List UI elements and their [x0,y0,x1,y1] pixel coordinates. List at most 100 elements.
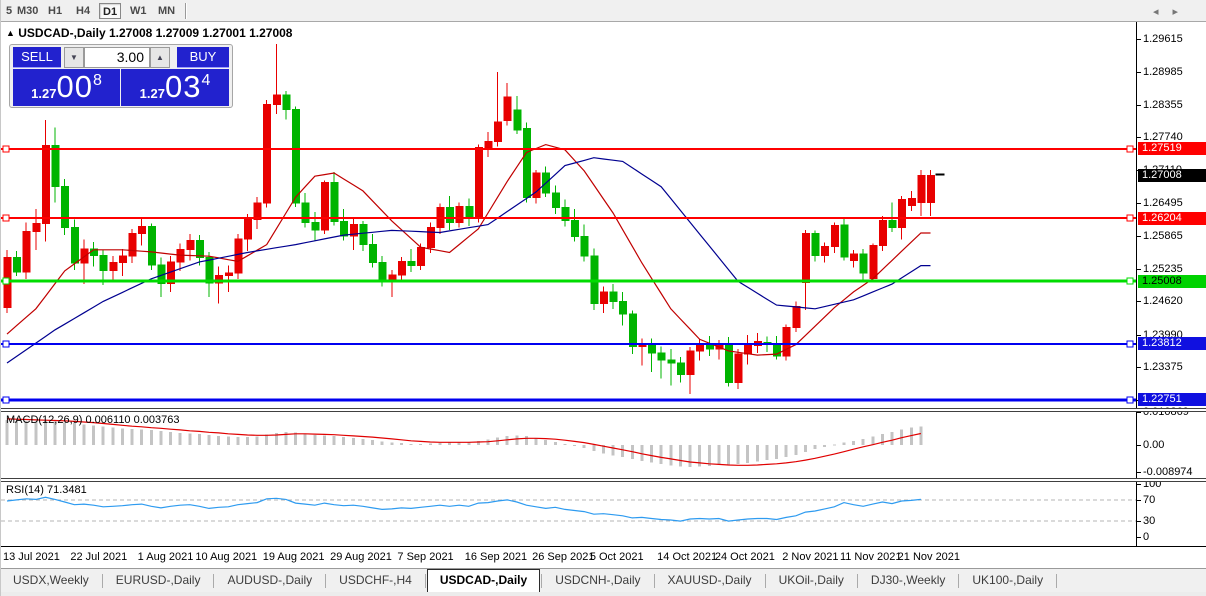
collapse-panel-icon[interactable]: ▲ [6,28,15,38]
price-tick-label: 1.23375 [1143,360,1183,373]
timeframe-button-mn[interactable]: MN [155,3,178,19]
timeframe-button-w1[interactable]: W1 [127,3,150,19]
pane-splitter[interactable] [1,408,1206,412]
timeframe-toolbar: 5 M30 H1 H4 D1 W1 MN [1,0,1206,22]
price-badge: 1.25008 [1138,274,1206,288]
axis-tick [1137,235,1141,237]
date-label: 14 Oct 2021 [657,551,718,563]
chevron-down-icon: ▼ [70,53,78,62]
tab-usdcnh-daily[interactable]: USDCNH-,Daily [543,570,652,592]
lot-size-input[interactable]: 3.00 [84,47,150,68]
tab-ukoil-daily[interactable]: UKOil-,Daily [767,570,856,592]
macd-tick-label: 0.00 [1143,439,1165,451]
chevron-up-icon: ▲ [156,53,164,62]
date-axis[interactable]: 13 Jul 2021 22 Jul 2021 1 Aug 2021 10 Aug 2… [1,546,1206,568]
tab-dj30-weekly[interactable]: DJ30-,Weekly [859,570,957,592]
axis-tick [1137,484,1141,485]
price-badge: 1.22751 [1138,393,1206,407]
price-badge: 1.23812 [1138,337,1206,351]
axis-tick [1137,537,1141,538]
price-tick-label: 1.28985 [1143,65,1183,78]
tab-uk100-daily[interactable]: UK100-,Daily [960,570,1055,592]
axis-tick [1137,499,1141,501]
rsi-tick-label: 70 [1143,493,1156,506]
price-tick-label: 1.28355 [1143,98,1183,111]
tab-usdx-weekly[interactable]: USDX,Weekly [1,570,101,592]
chart-header: ▲ USDCAD-,Daily 1.27008 1.27009 1.27001 … [6,26,292,40]
axis-tick [1137,472,1141,474]
buy-price-big: 03 [164,69,202,104]
price-tick-label: 1.26495 [1143,196,1183,209]
rsi-indicator-label: RSI(14) 71.3481 [6,484,87,496]
tab-usdcad-daily[interactable]: USDCAD-,Daily [426,568,541,592]
buy-button[interactable]: BUY [177,47,229,68]
macd-indicator-label: MACD(12,26,9) 0.006110 0.003763 [6,414,180,426]
tab-separator [541,573,543,588]
price-badge: 1.27008 [1138,169,1206,183]
axis-tick [1137,445,1141,446]
window-edge [1,592,1206,596]
chart-tab-bar: USDX,Weekly EURUSD-,Daily AUDUSD-,Daily USD… [1,568,1206,592]
sell-price-pip: 8 [92,72,102,89]
sell-button[interactable]: SELL [13,47,61,68]
tab-separator [856,573,858,588]
date-label: 19 Aug 2021 [262,551,325,563]
toolbar-separator [185,3,187,19]
axis-tick [1137,334,1141,336]
rsi-tick-label: 30 [1143,515,1156,528]
axis-tick [1137,71,1141,73]
axis-tick [1137,202,1141,204]
sell-price-prefix: 1.27 [31,86,57,101]
tab-audusd-daily[interactable]: AUDUSD-,Daily [215,570,324,592]
date-label: 10 Aug 2021 [195,551,258,563]
ohlc-values: 1.27008 1.27009 1.27001 1.27008 [108,26,293,40]
tab-xauusd-daily[interactable]: XAUUSD-,Daily [656,570,764,592]
price-tick-label: 1.25865 [1143,229,1183,242]
axis-tick [1137,104,1141,106]
tab-separator [764,573,766,588]
rsi-panel[interactable] [1,482,1136,546]
price-badge: 1.26204 [1138,211,1206,225]
axis-tick [1137,521,1141,523]
buy-price-prefix: 1.27 [139,86,165,101]
buy-price-pip: 4 [201,72,211,89]
tab-separator [101,573,103,588]
date-label: 5 Oct 2021 [589,551,644,563]
tab-separator [958,573,960,588]
tab-separator [424,573,426,588]
sell-price-button[interactable]: 1.27008 [13,69,120,106]
symbol-label: USDCAD-,Daily [18,26,106,40]
date-label: 2 Nov 2021 [782,551,839,563]
date-label: 21 Nov 2021 [897,551,961,563]
tab-eurusd-daily[interactable]: EURUSD-,Daily [104,570,213,592]
buy-price-button[interactable]: 1.27034 [121,69,229,106]
timeframe-button-h4[interactable]: H4 [73,3,93,19]
axis-tick [1137,38,1141,40]
lot-increase-button[interactable]: ▲ [150,47,170,68]
date-label: 16 Sep 2021 [464,551,528,563]
date-label: 29 Aug 2021 [330,551,392,563]
pane-splitter[interactable] [1,478,1206,482]
axis-tick [1137,366,1141,368]
price-badge: 1.27519 [1138,142,1206,156]
price-tick-label: 1.24620 [1143,295,1183,308]
tab-separator [325,573,327,588]
timeframe-button-h1[interactable]: H1 [45,3,65,19]
lot-decrease-button[interactable]: ▼ [64,47,84,68]
date-label: 7 Sep 2021 [397,551,454,563]
axis-tick [1137,301,1141,303]
date-label: 13 Jul 2021 [3,551,60,563]
axis-tick [1137,137,1141,139]
price-tick-label: 1.29615 [1143,32,1183,45]
tab-separator [653,573,655,588]
sell-price-big: 00 [56,69,93,104]
date-label: 22 Jul 2021 [70,551,128,563]
timeframe-button-d1[interactable]: D1 [99,3,122,19]
axis-tick [1137,269,1141,271]
price-axis[interactable]: 1.296151.289851.283551.277401.271101.264… [1136,22,1206,546]
tab-usdchf-h4[interactable]: USDCHF-,H4 [327,570,424,592]
timeframe-button-m30[interactable]: M30 [14,3,41,19]
tab-separator [213,573,215,588]
tab-scroll-arrows[interactable]: ◂▸ [1153,5,1192,18]
tab-separator [1056,573,1058,588]
